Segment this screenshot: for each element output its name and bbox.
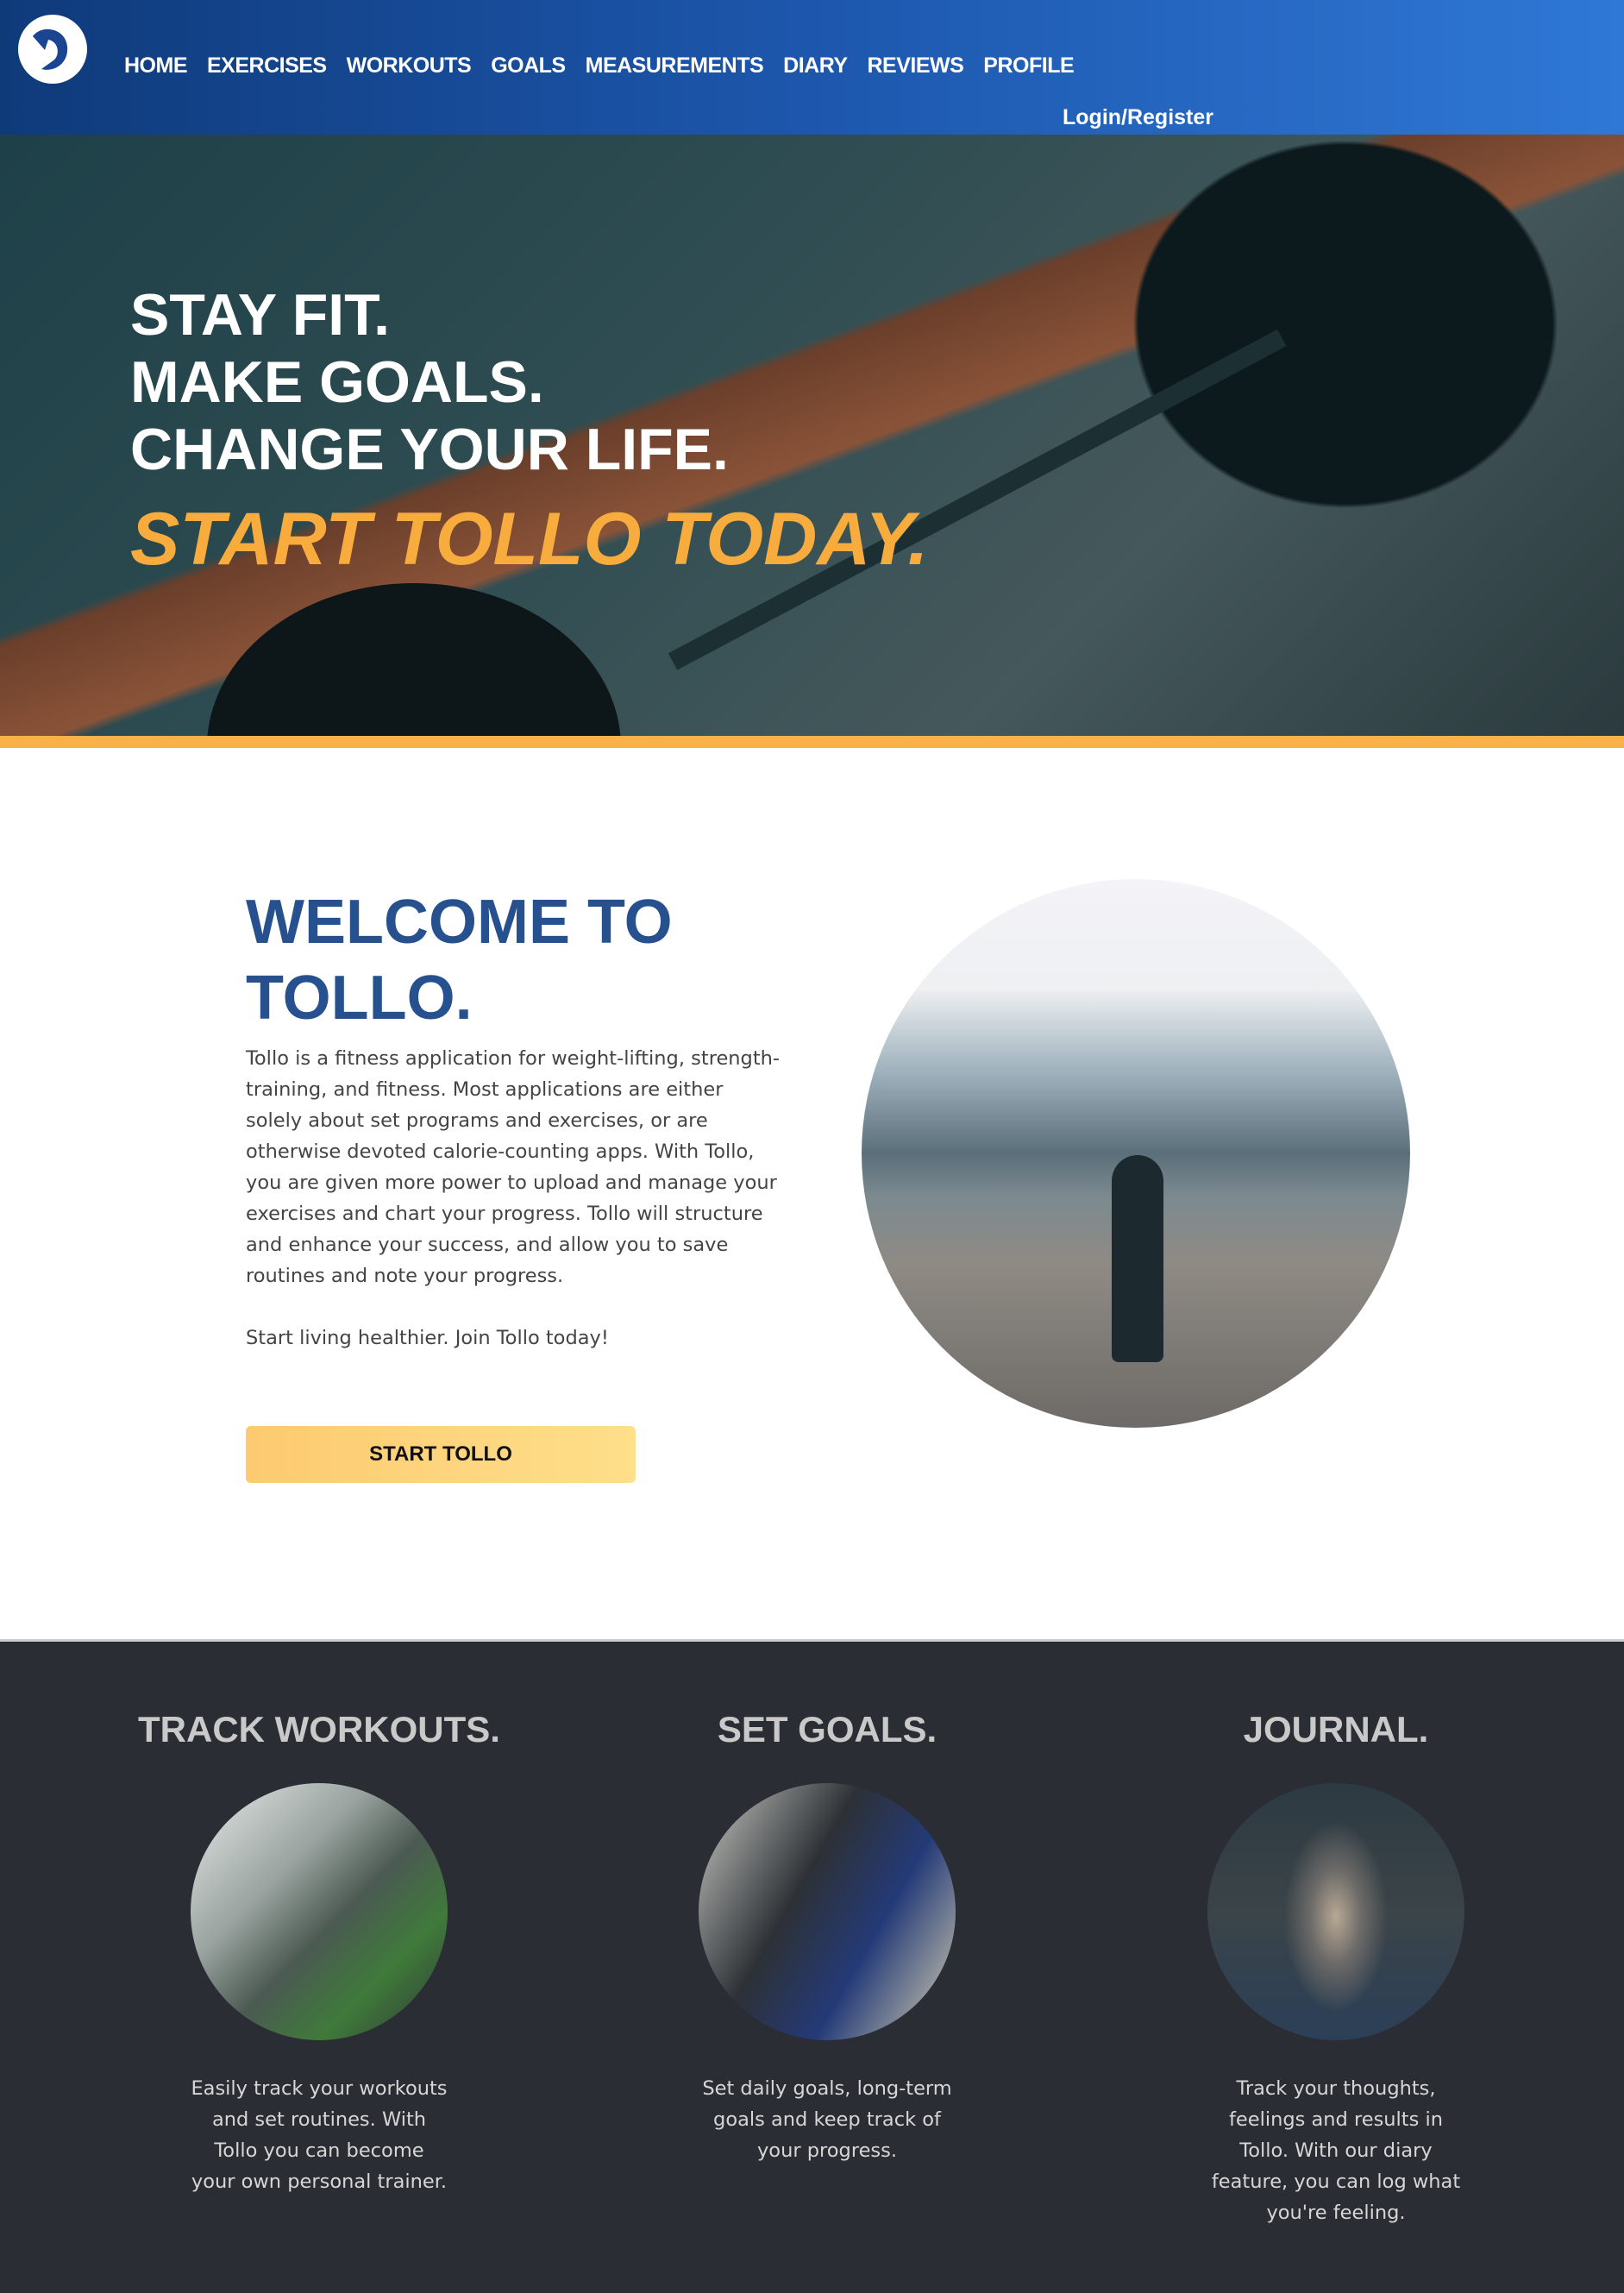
feature-image-lifting [699,1783,956,2040]
nav-workouts[interactable]: WORKOUTS [347,53,472,79]
feature-journal: JOURNAL. Track your thoughts, feelings a… [1112,1709,1560,2228]
feature-track-workouts: TRACK WORKOUTS. Easily track your workou… [95,1709,543,2197]
hero-line: CHANGE YOUR LIFE. [130,417,729,482]
hero-headline: STAY FIT. MAKE GOALS. CHANGE YOUR LIFE. [130,281,729,483]
nav-profile[interactable]: PROFILE [983,53,1074,79]
nav-home[interactable]: HOME [124,53,188,79]
feature-title: JOURNAL. [1243,1709,1429,1750]
welcome-title-line: TOLLO. [246,964,473,1033]
welcome-title: WELCOME TO TOLLO. [246,884,781,1036]
feature-text: Track your thoughts, feelings and result… [1211,2077,1461,2224]
runner-figure [1112,1155,1163,1362]
hero-banner: STAY FIT. MAKE GOALS. CHANGE YOUR LIFE. … [0,135,1624,736]
login-register-link[interactable]: Login/Register [1063,105,1213,130]
hero-line: MAKE GOALS. [130,349,544,415]
welcome-join-text: Start living healthier. Join Tollo today… [246,1327,609,1349]
hero-tagline: START TOLLO TODAY. [130,498,929,581]
welcome-section: WELCOME TO TOLLO. Tollo is a fitness app… [246,884,781,1354]
welcome-body: Tollo is a fitness application for weigh… [246,1047,781,1287]
hero-image-plate [207,583,621,736]
accent-divider [0,736,1624,748]
hero-line: STAY FIT. [130,282,391,348]
features-section: TRACK WORKOUTS. Easily track your workou… [0,1639,1624,2293]
welcome-title-line: WELCOME TO [246,888,673,957]
logo-icon[interactable] [16,12,90,86]
start-tollo-button[interactable]: START TOLLO [246,1426,636,1483]
top-header: HOME EXERCISES WORKOUTS GOALS MEASUREMEN… [0,0,1624,135]
feature-image-gym [191,1783,448,2040]
main-nav: HOME EXERCISES WORKOUTS GOALS MEASUREMEN… [124,53,1075,79]
nav-goals[interactable]: GOALS [491,53,566,79]
feature-image-forest [1207,1783,1464,2040]
feature-set-goals: SET GOALS. Set daily goals, long-term go… [603,1709,1051,2166]
nav-reviews[interactable]: REVIEWS [868,53,964,79]
nav-diary[interactable]: DIARY [783,53,848,79]
runner-image [862,879,1410,1428]
feature-title: SET GOALS. [717,1709,937,1750]
nav-measurements[interactable]: MEASUREMENTS [586,53,764,79]
feature-text: Easily track your workouts and set routi… [191,2077,448,2193]
feature-text: Set daily goals, long-term goals and kee… [702,2077,952,2162]
feature-title: TRACK WORKOUTS. [138,1709,500,1750]
nav-exercises[interactable]: EXERCISES [207,53,327,79]
